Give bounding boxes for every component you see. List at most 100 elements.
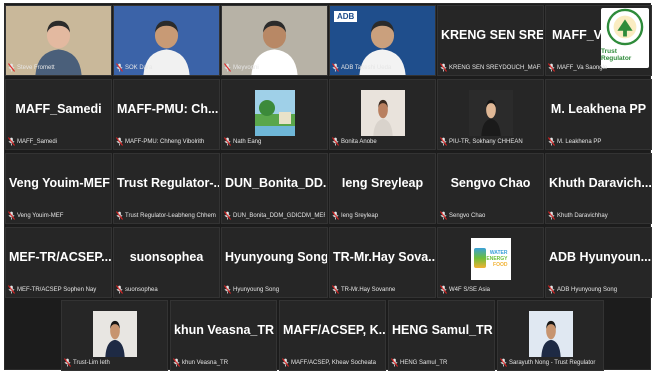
participant-display-name: Veng Youim-MEF: [9, 176, 110, 190]
muted-mic-icon: [8, 211, 15, 220]
participant-tile[interactable]: MAFF_V... Trust Regulator MAFF_Va Saongle: [545, 5, 652, 76]
participant-tile[interactable]: Meyvonni: [221, 5, 328, 76]
participant-name-caption: Bonita Anobe: [332, 136, 433, 147]
participant-tile[interactable]: KRENG SEN SRE... KRENG SEN SREYDOUCH_MAFF: [437, 5, 544, 76]
participant-name-caption: DUN_Bonita_DDM_GDICDM_MEF: [224, 210, 325, 221]
profile-photo: [360, 90, 405, 136]
participant-caption-label: MAFF-PMU: Chheng Vibolrith: [125, 138, 205, 145]
participant-tile[interactable]: ADB Hyunyoun... ADB Hyunyoung Song: [545, 227, 652, 298]
participant-tile[interactable]: Bonita Anobe: [329, 79, 436, 150]
participant-name-caption: Ieng Sreyleap: [332, 210, 433, 221]
gallery-view: Steve Fromett SOK Dara Meyvonni ADB ADB Take…: [4, 3, 652, 371]
participant-caption-label: Nath Eang: [233, 138, 262, 145]
participant-display-name: DUN_Bonita_DD...: [225, 176, 327, 190]
participant-caption-label: HENG Samul_TR: [400, 359, 448, 366]
muted-mic-icon: [224, 63, 231, 72]
participant-tile[interactable]: Sarayuth Nong - Trust Regulator: [497, 300, 604, 371]
participant-tile[interactable]: khun Veasna_TR khun Veasna_TR: [170, 300, 277, 371]
participant-name-caption: Meyvonni: [224, 62, 325, 73]
participant-name-caption: M. Leakhena PP: [548, 136, 649, 147]
muted-mic-icon: [64, 358, 71, 367]
participant-tile[interactable]: WATER ENERGY FOOD W4F S/SE Asia: [437, 227, 544, 298]
participant-caption-label: ADB Takeshi Ueda: [341, 64, 392, 71]
participant-tile[interactable]: MEF-TR/ACSEP... MEF-TR/ACSEP Sophen Nay: [5, 227, 112, 298]
participant-caption-label: W4F S/SE Asia: [449, 286, 491, 293]
participant-name-caption: ADB Takeshi Ueda: [332, 62, 433, 73]
w4f-mark-icon: [473, 248, 486, 268]
muted-mic-icon: [173, 358, 180, 367]
participant-name-caption: Sengvo Chao: [440, 210, 541, 221]
participant-tile[interactable]: MAFF/ACSEP, K... MAFF/ACSEP, Kheav Sochea…: [279, 300, 386, 371]
participant-tile[interactable]: HENG Samul_TR HENG Samul_TR: [388, 300, 495, 371]
participant-display-name: Trust Regulator-...: [117, 176, 219, 190]
adb-logo: ADB: [334, 11, 358, 22]
participant-tile[interactable]: M. Leakhena PP M. Leakhena PP: [545, 79, 652, 150]
participant-name-caption: MAFF/ACSEP, Kheav Socheata: [282, 357, 383, 368]
participant-tile[interactable]: Khuth Daravich... Khuth Daravichhay: [545, 153, 652, 224]
participant-tile[interactable]: Ieng Sreyleap Ieng Sreyleap: [329, 153, 436, 224]
participant-name-caption: Nath Eang: [224, 136, 325, 147]
w4f-logo: WATER ENERGY FOOD: [470, 238, 511, 280]
muted-mic-icon: [8, 285, 15, 294]
participant-caption-label: Meyvonni: [233, 64, 259, 71]
participant-tile[interactable]: Trust-Lim Ieth: [61, 300, 168, 371]
participant-caption-label: MAFF_Va Saongle: [557, 64, 608, 71]
participant-tile[interactable]: DUN_Bonita_DD... DUN_Bonita_DDM_GDICDM_ME…: [221, 153, 328, 224]
logo-title: Trust Regulator: [601, 48, 632, 62]
muted-mic-icon: [500, 358, 507, 367]
participant-tile[interactable]: MAFF-PMU: Ch... MAFF-PMU: Chheng Vibolrit…: [113, 79, 220, 150]
participant-name-caption: khun Veasna_TR: [173, 357, 274, 368]
w4f-logo-line: FOOD: [493, 262, 508, 268]
participant-caption-label: SOK Dara: [125, 64, 153, 71]
profile-photo: [468, 90, 513, 136]
muted-mic-icon: [224, 211, 231, 220]
participant-name-caption: Khuth Daravichhay: [548, 210, 649, 221]
participant-tile[interactable]: Steve Fromett: [5, 5, 112, 76]
participant-tile[interactable]: Nath Eang: [221, 79, 328, 150]
muted-mic-icon: [548, 285, 555, 294]
participant-tile[interactable]: suonsophea suonsophea: [113, 227, 220, 298]
profile-photo: [254, 90, 295, 136]
participant-caption-label: khun Veasna_TR: [182, 359, 229, 366]
participant-tile[interactable]: SOK Dara: [113, 5, 220, 76]
participant-tile[interactable]: PIU-TR, Sokhany CHHEAN: [437, 79, 544, 150]
participant-name-caption: SOK Dara: [116, 62, 217, 73]
participant-display-name: khun Veasna_TR: [174, 323, 275, 337]
muted-mic-icon: [440, 211, 447, 220]
muted-mic-icon: [116, 211, 123, 220]
participant-name-caption: HENG Samul_TR: [391, 357, 492, 368]
participant-display-name: MAFF-PMU: Ch...: [117, 102, 219, 116]
participant-display-name: MEF-TR/ACSEP...: [9, 250, 111, 264]
participant-display-name: Hyunyoung Song: [225, 250, 327, 264]
participant-tile[interactable]: ADB ADB Takeshi Ueda: [329, 5, 436, 76]
participant-name-caption: PIU-TR, Sokhany CHHEAN: [440, 136, 541, 147]
participant-name-caption: suonsophea: [116, 284, 217, 295]
participant-tile[interactable]: Veng Youim-MEF Veng Youim-MEF: [5, 153, 112, 224]
participant-display-name: MAFF/ACSEP, K...: [283, 323, 385, 337]
muted-mic-icon: [116, 285, 123, 294]
muted-mic-icon: [548, 137, 555, 146]
participant-caption-label: Sarayuth Nong - Trust Regulator: [509, 359, 596, 366]
participant-tile[interactable]: Sengvo Chao Sengvo Chao: [437, 153, 544, 224]
participant-name-caption: ADB Hyunyoung Song: [548, 284, 649, 295]
participant-tile[interactable]: Trust Regulator-... Trust Regulator-Leabh…: [113, 153, 220, 224]
participant-caption-label: DUN_Bonita_DDM_GDICDM_MEF: [233, 212, 325, 219]
participant-caption-label: Veng Youim-MEF: [17, 212, 64, 219]
participant-name-caption: Trust-Lim Ieth: [64, 357, 165, 368]
participant-name-caption: MEF-TR/ACSEP Sophen Nay: [8, 284, 109, 295]
profile-photo: [528, 311, 573, 357]
muted-mic-icon: [8, 63, 15, 72]
participant-tile[interactable]: TR-Mr.Hay Sova... TR-Mr.Hay Sovanne: [329, 227, 436, 298]
participant-caption-label: TR-Mr.Hay Sovanne: [341, 286, 396, 293]
participant-name-caption: Hyunyoung Song: [224, 284, 325, 295]
participant-caption-label: Ieng Sreyleap: [341, 212, 379, 219]
participant-display-name: Khuth Daravich...: [549, 176, 651, 190]
participant-caption-label: MAFF_Samedi: [17, 138, 58, 145]
participant-tile[interactable]: Hyunyoung Song Hyunyoung Song: [221, 227, 328, 298]
muted-mic-icon: [332, 211, 339, 220]
muted-mic-icon: [440, 63, 447, 72]
muted-mic-icon: [332, 63, 339, 72]
participant-tile[interactable]: MAFF_Samedi MAFF_Samedi: [5, 79, 112, 150]
muted-mic-icon: [8, 137, 15, 146]
muted-mic-icon: [116, 63, 123, 72]
